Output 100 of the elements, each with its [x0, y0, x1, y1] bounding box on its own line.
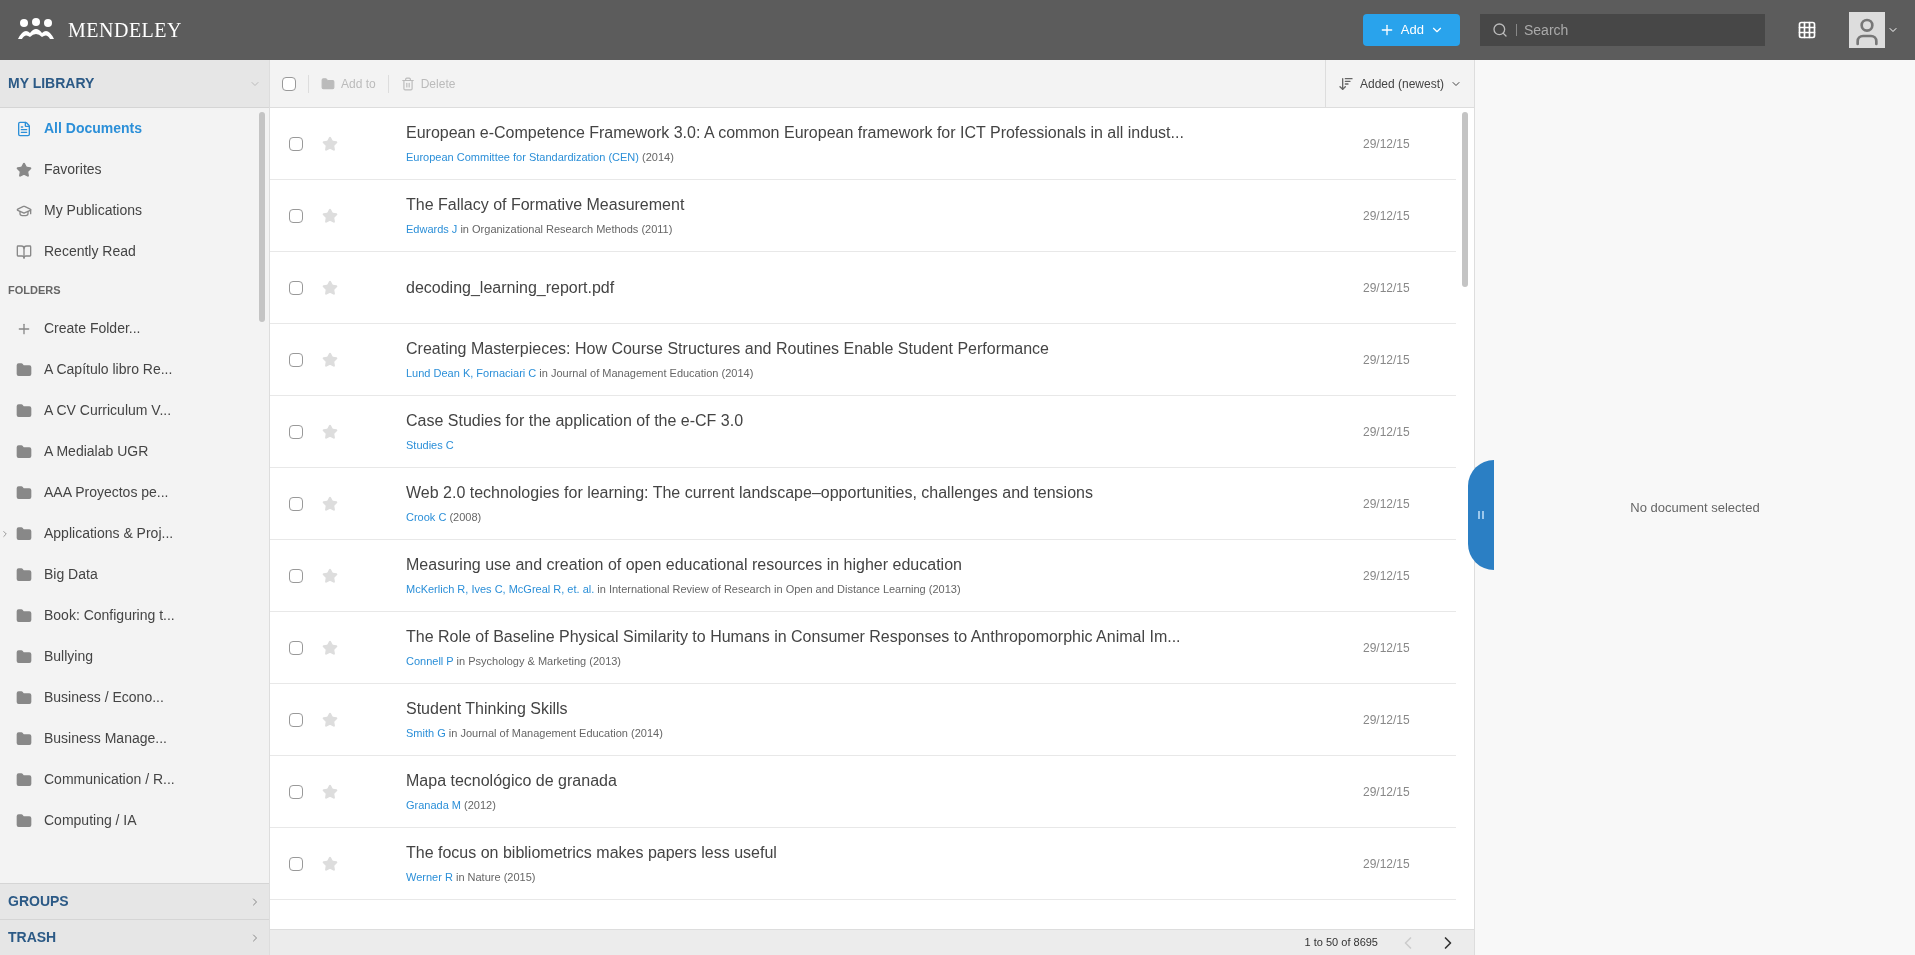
checkbox[interactable] [289, 568, 303, 583]
library-item[interactable]: Recently Read [0, 231, 255, 272]
document-citation: Lund Dean K, Fornaciari C in Journal of Management Education (2014) [406, 366, 755, 382]
document-row[interactable]: Student Thinking Skills Smith G in Journal of Management Education (2014) 29/12/15 [270, 684, 1456, 756]
star-icon[interactable] [322, 351, 338, 368]
star-icon[interactable] [322, 855, 338, 872]
folder-icon [16, 689, 32, 706]
date-added: 29/12/15 [1363, 135, 1410, 153]
folder-item[interactable]: A Capítulo libro Re... [0, 349, 255, 390]
expand-icon[interactable] [0, 528, 10, 539]
document-title: European e-Competence Framework 3.0: A common European framework for ICT Professionals in all indust... [406, 123, 1185, 144]
star-icon[interactable] [322, 567, 338, 584]
folder-item[interactable]: Big Data [0, 554, 255, 595]
folder-icon [16, 361, 32, 378]
document-row[interactable]: Creating Masterpieces: How Course Structures and Routines Enable Student Performance Lund Dean K, Fornaciari C in Journal of Management Education (2014) 29/12/15 [270, 324, 1456, 396]
scrollbar-thumb[interactable] [1462, 112, 1468, 287]
sort-dropdown[interactable]: Added (newest) [1324, 60, 1462, 107]
star-icon[interactable] [322, 639, 338, 656]
star-icon[interactable] [322, 207, 338, 224]
checkbox[interactable] [289, 208, 303, 223]
date-added: 29/12/15 [1363, 207, 1410, 225]
document-title: Web 2.0 technologies for learning: The current landscape–opportunities, challenges and tensions [406, 483, 1094, 504]
date-added: 29/12/15 [1363, 711, 1410, 729]
folder-icon [16, 648, 32, 665]
star-icon[interactable] [322, 135, 338, 152]
folder-icon [16, 812, 32, 829]
star-icon[interactable] [322, 495, 338, 512]
folder-icon [16, 402, 32, 419]
checkbox[interactable] [289, 784, 303, 799]
folder-icon [16, 730, 32, 747]
date-added: 29/12/15 [1363, 495, 1410, 513]
checkbox[interactable] [289, 352, 303, 367]
library-item[interactable]: My Publications [0, 190, 255, 231]
document-row[interactable]: Mapa tecnológico de granada Granada M (2012) 29/12/15 [270, 756, 1456, 828]
pagination-summary: 1 to 50 of 8695 [1304, 935, 1378, 951]
document-row[interactable]: European e-Competence Framework 3.0: A common European framework for ICT Professionals in all indust... European Committee for Standardization (CEN) (2014) 29/12/15 [270, 108, 1456, 180]
checkbox[interactable] [289, 136, 303, 151]
sort-icon [1337, 75, 1354, 92]
document-citation: Crook C (2008) [406, 510, 483, 526]
sidebar-section[interactable]: TRASH [0, 919, 269, 955]
checkbox[interactable] [282, 76, 296, 91]
star-icon[interactable] [322, 423, 338, 440]
date-added: 29/12/15 [1363, 783, 1410, 801]
document-row[interactable]: The Fallacy of Formative Measurement Edwards J in Organizational Research Methods (2011) 29/12/15 [270, 180, 1456, 252]
checkbox[interactable] [289, 640, 303, 655]
panel-toggle-tab[interactable] [1468, 460, 1494, 570]
folder-icon [16, 525, 32, 542]
folder-icon [16, 771, 32, 788]
folder-icon [321, 76, 335, 91]
folder-item[interactable]: A Medialab UGR [0, 431, 255, 472]
star-icon[interactable] [322, 783, 338, 800]
document-row[interactable]: Case Studies for the application of the e-CF 3.0 Studies C 29/12/15 [270, 396, 1456, 468]
folder-item[interactable]: Bullying [0, 636, 255, 677]
pause-bars-icon [1478, 511, 1484, 519]
document-title: Case Studies for the application of the e-CF 3.0 [406, 411, 745, 432]
checkbox[interactable] [289, 280, 303, 295]
document-citation: Studies C [406, 438, 455, 454]
sidebar-section[interactable]: GROUPS [0, 883, 269, 919]
document-row[interactable]: Web 2.0 technologies for learning: The current landscape–opportunities, challenges and tensions Crook C (2008) 29/12/15 [270, 468, 1456, 540]
folder-item[interactable]: A CV Curriculum V... [0, 390, 255, 431]
folder-item[interactable]: Business Manage... [0, 718, 255, 759]
document-title: Creating Masterpieces: How Course Structures and Routines Enable Student Performance [406, 339, 1050, 360]
scrollbar-thumb[interactable] [259, 112, 265, 322]
search-field[interactable]: Search [1480, 14, 1765, 46]
section-title: MY LIBRARY [8, 74, 96, 93]
checkbox[interactable] [289, 424, 303, 439]
folder-icon [16, 443, 32, 460]
apps-grid-icon[interactable] [1797, 20, 1817, 40]
folder-item[interactable]: Communication / R... [0, 759, 255, 800]
document-row[interactable]: The focus on bibliometrics makes papers less useful Werner R in Nature (2015) 29/12/15 [270, 828, 1456, 900]
folder-item[interactable]: Applications & Proj... [0, 513, 255, 554]
checkbox[interactable] [289, 712, 303, 727]
folder-item[interactable]: AAA Proyectos pe... [0, 472, 255, 513]
document-citation: European Committee for Standardization (CEN) (2014) [406, 150, 675, 166]
date-added: 29/12/15 [1363, 351, 1410, 369]
date-added: 29/12/15 [1363, 639, 1410, 657]
folder-icon [16, 484, 32, 501]
document-row[interactable]: The Role of Baseline Physical Similarity to Humans in Consumer Responses to Anthropomorphic Animal Im... Connell P in Psychology & Marketing (2013) 29/12/15 [270, 612, 1456, 684]
empty-message: No document selected [1630, 498, 1760, 517]
folder-item[interactable]: Computing / IA [0, 800, 255, 841]
folder-icon [16, 607, 32, 624]
folder-item[interactable]: Book: Configuring t... [0, 595, 255, 636]
search-icon [1492, 22, 1508, 38]
document-title: Student Thinking Skills [406, 699, 569, 720]
create-folder-item[interactable]: Create Folder... [0, 308, 255, 349]
checkbox[interactable] [289, 496, 303, 511]
book-icon [16, 243, 32, 260]
folder-item[interactable]: Business / Econo... [0, 677, 255, 718]
document-citation: McKerlich R, Ives C, McGreal R, et. al. in International Review of Research in Open and Distance Learning (2013) [406, 582, 962, 598]
document-title: Mapa tecnológico de granada [406, 771, 618, 792]
checkbox[interactable] [289, 856, 303, 871]
library-item[interactable]: Favorites [0, 149, 255, 190]
document-row[interactable]: decoding_learning_report.pdf 29/12/15 [270, 252, 1456, 324]
date-added: 29/12/15 [1363, 423, 1410, 441]
document-citation: Smith G in Journal of Management Education (2014) [406, 726, 664, 742]
star-icon[interactable] [322, 711, 338, 728]
avatar[interactable] [1849, 12, 1885, 48]
star-icon[interactable] [322, 279, 338, 296]
document-row[interactable]: Measuring use and creation of open educational resources in higher education McKerlich R, Ives C, McGreal R, et. al. in International Review of Research in Open and Distance Learning (2013) 29/12/15 [270, 540, 1456, 612]
document-title: decoding_learning_report.pdf [406, 277, 616, 298]
